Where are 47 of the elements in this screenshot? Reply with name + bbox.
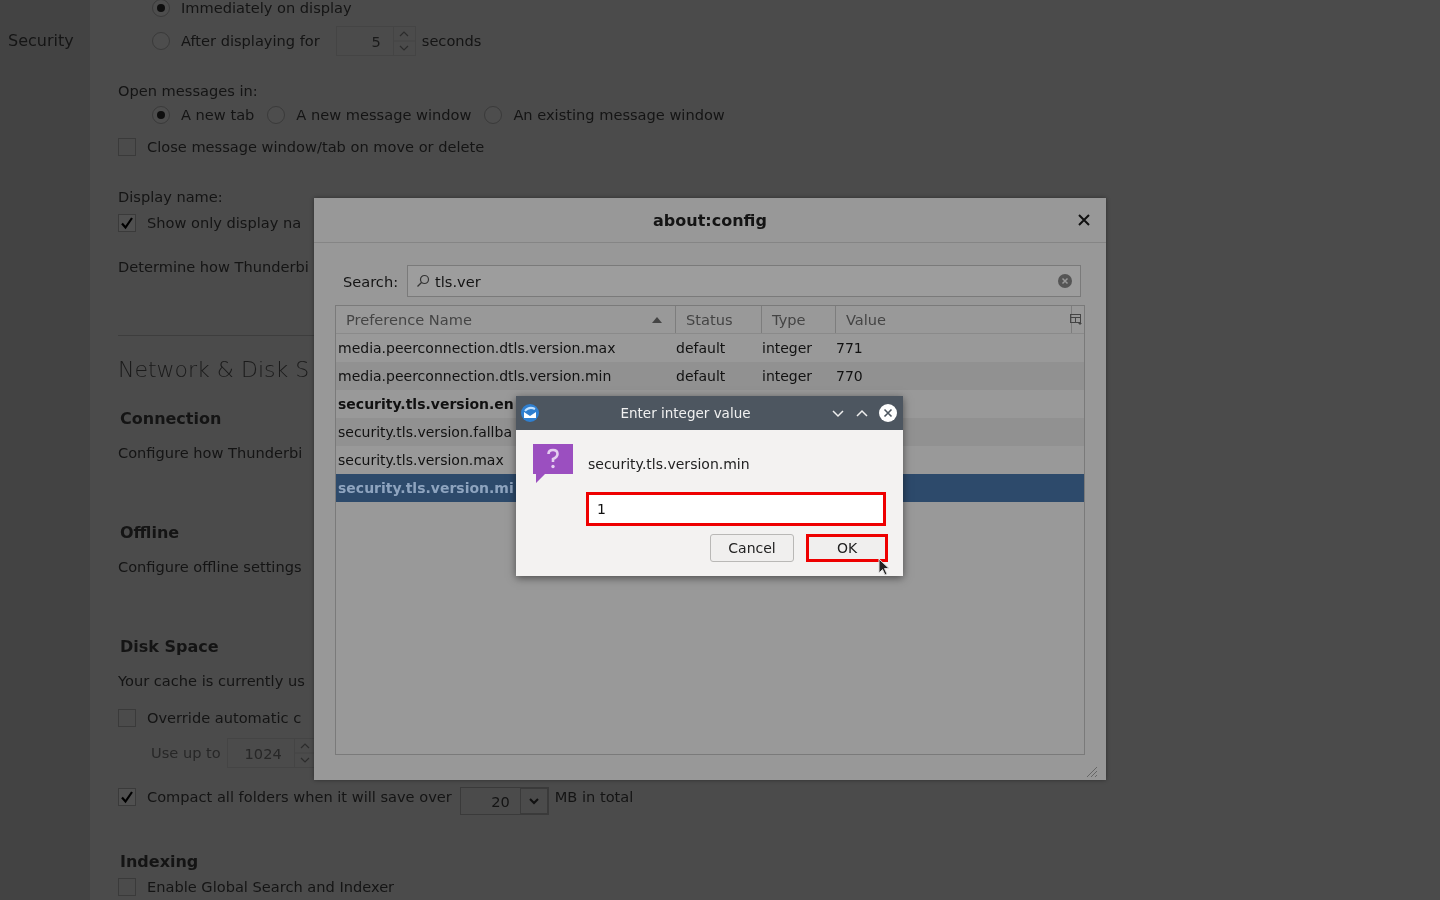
mouse-pointer-icon xyxy=(878,558,890,576)
search-label: Search: xyxy=(343,272,399,290)
column-header[interactable]: Value xyxy=(836,306,1072,333)
ok-button[interactable]: OK xyxy=(806,534,888,562)
close-icon xyxy=(879,404,897,422)
description-text: Determine how Thunderbi xyxy=(118,257,309,277)
section-heading: Disk Space xyxy=(120,636,219,656)
search-field[interactable]: tls.ver xyxy=(407,265,1081,297)
cancel-button[interactable]: Cancel xyxy=(710,534,794,562)
value-field[interactable]: 1 xyxy=(586,492,886,526)
caret-icon xyxy=(519,788,548,814)
search-icon xyxy=(416,274,431,288)
table-row[interactable]: media.peerconnection.dtls.version.min default integer 770 xyxy=(336,362,1084,390)
table-cell: media.peerconnection.dtls.version.min xyxy=(338,368,612,384)
sort-arrow-icon xyxy=(652,316,662,323)
checkbox[interactable] xyxy=(118,214,136,232)
radio-button[interactable] xyxy=(152,0,170,17)
table-cell: 771 xyxy=(836,340,863,356)
checkbox[interactable] xyxy=(118,788,136,806)
dialog-title: Enter integer value xyxy=(619,405,752,421)
close-icon xyxy=(1078,214,1090,226)
prompt-message: security.tls.version.min xyxy=(588,456,750,472)
description-text: Configure offline settings xyxy=(118,557,302,577)
table-cell: security.tls.version.mi xyxy=(338,480,514,496)
question-icon xyxy=(533,444,573,484)
table-cell: default xyxy=(676,340,726,356)
table-cell: integer xyxy=(762,340,813,356)
column-header[interactable]: Status xyxy=(676,306,762,333)
section-heading: Indexing xyxy=(120,851,199,871)
table-cell: security.tls.version.fallba xyxy=(338,424,512,440)
table-row[interactable]: media.peerconnection.dtls.version.max default integer 771 xyxy=(336,334,1084,362)
dialog-title: about:config xyxy=(653,210,767,230)
check-icon xyxy=(120,790,134,804)
column-picker-icon xyxy=(1069,312,1083,326)
column-header[interactable]: Preference Name xyxy=(336,306,676,333)
column-header[interactable]: Type xyxy=(762,306,836,333)
app-icon xyxy=(520,403,540,423)
table-cell: default xyxy=(676,368,726,384)
radio-button[interactable] xyxy=(152,106,170,124)
table-cell: integer xyxy=(762,368,813,384)
check-icon xyxy=(120,216,134,230)
table-cell: 770 xyxy=(836,368,863,384)
section-heading: Connection xyxy=(120,408,222,428)
resize-grip-icon xyxy=(1086,766,1098,778)
clear-icon xyxy=(1058,274,1072,288)
dropdown[interactable]: 20 xyxy=(459,787,549,815)
table-cell: media.peerconnection.dtls.version.max xyxy=(338,340,616,356)
